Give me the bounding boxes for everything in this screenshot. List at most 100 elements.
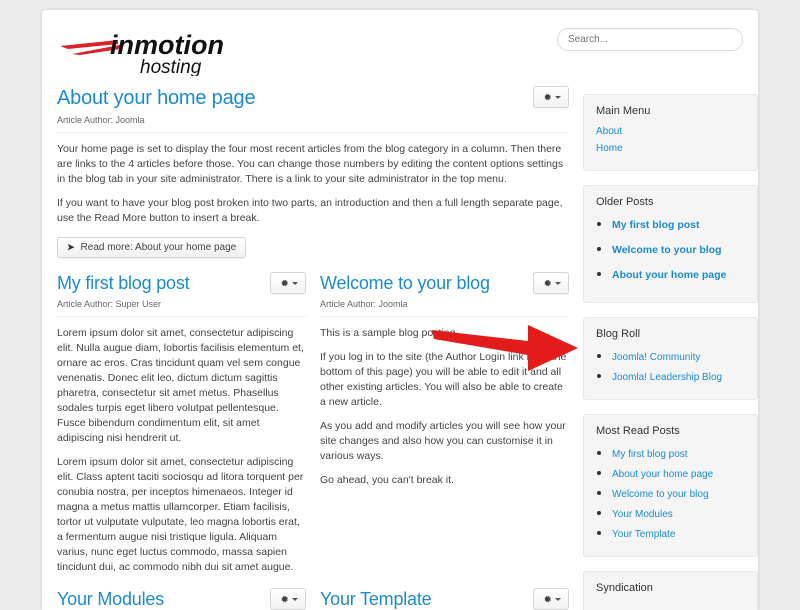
blog-roll-link[interactable]: Joomla! Community	[612, 352, 700, 363]
logo-icon: inmotion hosting	[60, 30, 224, 76]
article-about-your-home-page: About your home page Article Author: Joo…	[57, 82, 569, 268]
most-read-posts-list: My first blog post About your home page …	[596, 444, 745, 542]
module-title: Syndication	[596, 582, 653, 594]
list-item: Joomla! Leadership Blog	[612, 367, 745, 385]
article-title[interactable]: My first blog post	[57, 268, 190, 294]
chevron-down-icon	[291, 597, 298, 601]
article-options-button[interactable]	[270, 272, 306, 294]
article-header: Your Modules	[57, 584, 306, 610]
sidebar-module-main-menu: Main Menu About Home	[583, 94, 758, 171]
older-post-link[interactable]: Welcome to your blog	[612, 244, 721, 256]
article-paragraph: Your home page is set to display the fou…	[57, 143, 564, 185]
module-title: Most Read Posts	[596, 425, 680, 437]
main-menu-list: About Home	[596, 124, 745, 156]
article-paragraph: This is a sample blog posting.	[320, 327, 459, 339]
menu-link-about[interactable]: About	[596, 124, 745, 139]
article-header: My first blog post	[57, 268, 306, 294]
most-read-link[interactable]: My first blog post	[612, 449, 688, 460]
older-post-link[interactable]: About your home page	[612, 269, 726, 281]
article-title[interactable]: About your home page	[57, 82, 256, 110]
module-title: Blog Roll	[596, 328, 641, 340]
sidebar: Main Menu About Home Older Posts My firs…	[583, 82, 758, 610]
list-item: Your Template	[612, 524, 745, 542]
article-your-modules: Your Modules Article Author: Joomla Your	[57, 584, 306, 610]
article-my-first-blog-post: My first blog post Article Author: Super…	[57, 268, 306, 584]
most-read-link[interactable]: About your home page	[612, 469, 713, 480]
older-posts-list: My first blog post Welcome to your blog …	[596, 215, 745, 283]
article-body: Lorem ipsum dolor sit amet, consectetur …	[57, 326, 306, 575]
list-item: Your Modules	[612, 504, 745, 522]
article-author: Article Author: Super User	[57, 299, 162, 309]
article-author: Article Author: Joomla	[57, 115, 145, 125]
article-options-button[interactable]	[533, 272, 569, 294]
article-welcome-to-your-blog: Welcome to your blog Article Author: Joo…	[320, 268, 569, 584]
gear-icon	[544, 279, 551, 287]
sidebar-module-blog-roll: Blog Roll Joomla! Community Joomla! Lead…	[583, 317, 758, 400]
article-title[interactable]: Your Modules	[57, 584, 164, 610]
most-read-link[interactable]: Your Modules	[612, 509, 673, 520]
sidebar-module-older-posts: Older Posts My first blog post Welcome t…	[583, 185, 758, 303]
chevron-down-icon	[554, 95, 561, 99]
blog-grid-row-1: My first blog post Article Author: Super…	[57, 268, 569, 584]
article-options-button[interactable]	[533, 86, 569, 108]
article-body: This is a sample blog posting. If you lo…	[320, 326, 569, 488]
page-body: About your home page Article Author: Joo…	[42, 82, 758, 610]
module-title: Older Posts	[596, 196, 654, 208]
sidebar-module-syndication: Syndication	[583, 571, 758, 610]
article-paragraph: Lorem ipsum dolor sit amet, consectetur …	[57, 456, 304, 573]
chevron-down-icon	[291, 281, 298, 285]
list-item: Welcome to your blog	[612, 484, 745, 502]
article-paragraph: Lorem ipsum dolor sit amet, consectetur …	[57, 327, 304, 444]
article-paragraph: As you add and modify articles you will …	[320, 420, 566, 462]
article-author: Article Author: Joomla	[320, 299, 408, 309]
list-item: My first blog post	[612, 215, 745, 233]
blog-roll-link[interactable]: Joomla! Leadership Blog	[612, 372, 722, 383]
older-post-link[interactable]: My first blog post	[612, 219, 700, 231]
article-title[interactable]: Your Template	[320, 584, 432, 610]
gear-icon	[281, 279, 288, 287]
gear-icon	[544, 93, 551, 101]
blog-grid-row-2: Your Modules Article Author: Joomla Your	[57, 584, 569, 610]
read-more-label: Read more: About your home page	[80, 242, 237, 253]
search-box[interactable]	[557, 28, 743, 51]
module-title: Main Menu	[596, 105, 651, 117]
menu-link-home[interactable]: Home	[596, 141, 745, 156]
article-your-template: Your Template Article Author: Joomla Thi	[320, 584, 569, 610]
divider	[57, 316, 306, 317]
gear-icon	[544, 595, 551, 603]
read-more-button[interactable]: ➤ Read more: About your home page	[57, 237, 247, 258]
divider	[320, 316, 569, 317]
inmotion-hosting-logo[interactable]: inmotion hosting	[58, 24, 238, 76]
divider	[57, 132, 569, 133]
article-options-button[interactable]	[270, 588, 306, 610]
svg-text:inmotion: inmotion	[110, 30, 224, 60]
blog-roll-list: Joomla! Community Joomla! Leadership Blo…	[596, 347, 745, 385]
most-read-link[interactable]: Welcome to your blog	[612, 489, 709, 500]
list-item: About your home page	[612, 464, 745, 482]
gear-icon	[281, 595, 288, 603]
article-paragraph: Go ahead, you can't break it.	[320, 474, 454, 486]
main-content: About your home page Article Author: Joo…	[57, 82, 569, 610]
article-title[interactable]: Welcome to your blog	[320, 268, 490, 294]
list-item: Welcome to your blog	[612, 240, 745, 258]
article-header: Welcome to your blog	[320, 268, 569, 294]
list-item: About your home page	[612, 265, 745, 283]
article-options-button[interactable]	[533, 588, 569, 610]
chevron-down-icon	[554, 281, 561, 285]
list-item: Joomla! Community	[612, 347, 745, 365]
search-input[interactable]	[557, 28, 743, 51]
article-body: Your home page is set to display the fou…	[57, 142, 569, 226]
article-header: Your Template	[320, 584, 569, 610]
article-header: About your home page	[57, 82, 569, 110]
list-item: My first blog post	[612, 444, 745, 462]
most-read-link[interactable]: Your Template	[612, 529, 675, 540]
svg-text:hosting: hosting	[140, 57, 202, 76]
article-paragraph: If you log in to the site (the Author Lo…	[320, 351, 567, 408]
article-paragraph: If you want to have your blog post broke…	[57, 197, 563, 224]
list-item: About	[596, 124, 745, 139]
chevron-right-icon: ➤	[67, 242, 75, 252]
list-item: Home	[596, 141, 745, 156]
sidebar-module-most-read-posts: Most Read Posts My first blog post About…	[583, 414, 758, 557]
site-container: inmotion hosting About your home page	[42, 10, 758, 610]
site-header: inmotion hosting	[42, 10, 758, 82]
